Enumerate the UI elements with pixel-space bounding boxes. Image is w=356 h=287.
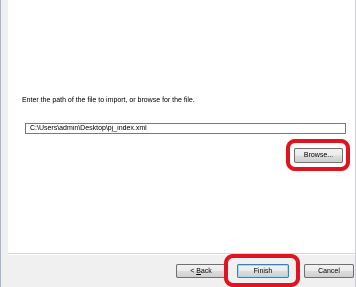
import-instruction-text: Enter the path of the file to import, or…: [22, 97, 195, 104]
footer-divider: [8, 253, 356, 255]
cancel-button[interactable]: Cancel: [304, 264, 354, 278]
window-left-border: [0, 0, 1, 287]
finish-button[interactable]: Finish: [237, 264, 289, 278]
browse-button[interactable]: Browse...: [294, 148, 343, 163]
file-path-input[interactable]: [25, 123, 346, 134]
back-access-key: B: [196, 268, 201, 275]
back-button[interactable]: < Back: [176, 264, 226, 278]
